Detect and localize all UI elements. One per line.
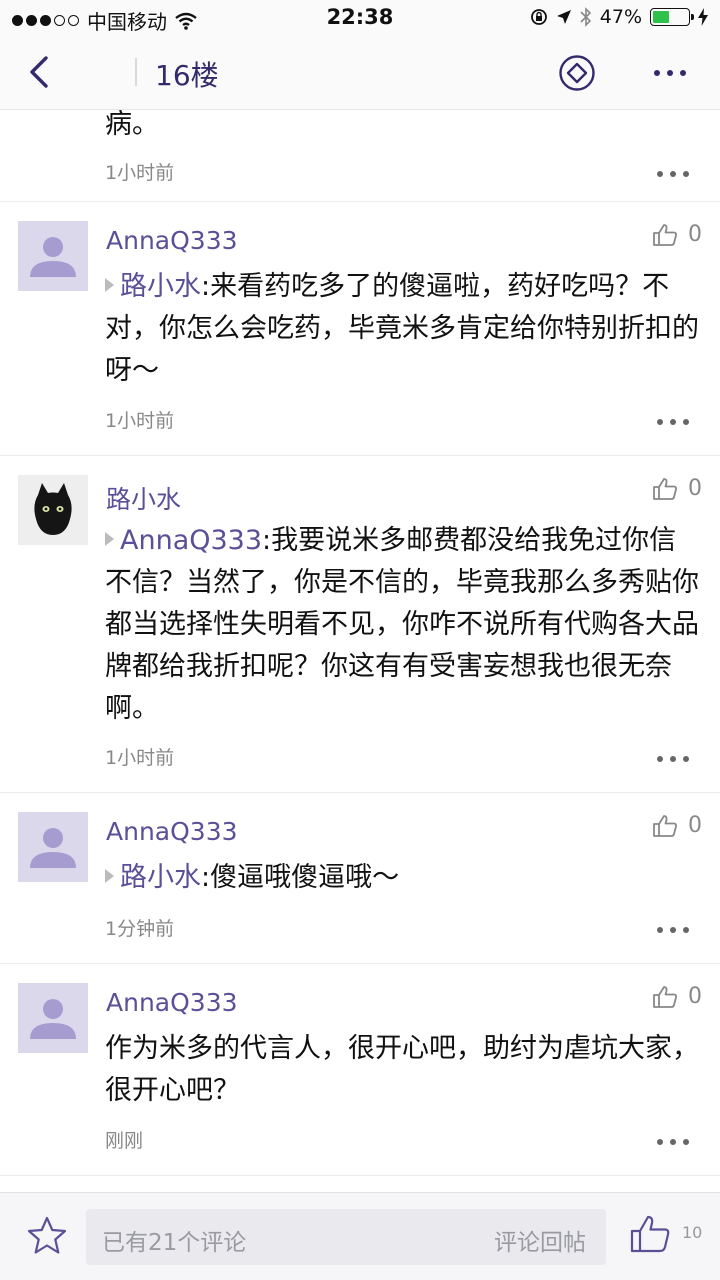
more-dots-icon[interactable] bbox=[656, 926, 690, 934]
like-button[interactable]: 0 bbox=[652, 813, 702, 838]
user-name[interactable]: 路小水 bbox=[106, 480, 181, 516]
like-button[interactable]: 0 bbox=[652, 984, 702, 1009]
like-button[interactable]: 0 bbox=[652, 222, 702, 247]
comment-item-fragment: 病。 1小时前 bbox=[0, 110, 720, 202]
thumbs-up-icon bbox=[653, 477, 677, 500]
comment-time: 1分钟前 bbox=[105, 918, 175, 940]
page-title: 16楼 bbox=[155, 59, 219, 92]
like-count: 0 bbox=[688, 476, 702, 501]
nav-bar: 16楼 bbox=[0, 36, 720, 110]
reply-triangle-icon bbox=[105, 868, 114, 883]
user-name[interactable]: AnnaQ333 bbox=[106, 226, 238, 255]
comment-item: 路小水 0 AnnaQ333:我要说米多邮费都没给我免过你信不信？当然了，你是不… bbox=[0, 456, 720, 793]
comment-item: AnnaQ333 0 作为米多的代言人，很开心吧，助纣为虐坑大家，很开心吧？ 刚… bbox=[0, 964, 720, 1176]
like-count: 0 bbox=[688, 984, 702, 1009]
more-dots-icon[interactable] bbox=[656, 170, 690, 178]
reply-to-user[interactable]: 路小水 bbox=[120, 862, 201, 893]
comment-meta: 1小时前 bbox=[0, 743, 720, 773]
comment-time: 1小时前 bbox=[105, 410, 175, 432]
more-dots-icon[interactable] bbox=[656, 1138, 690, 1146]
coin-diamond-icon[interactable] bbox=[558, 54, 596, 92]
rotation-lock-icon bbox=[530, 9, 547, 25]
like-count: 0 bbox=[688, 222, 702, 247]
comment-meta: 1小时前 bbox=[0, 158, 720, 188]
comment-body: 路小水:傻逼哦傻逼哦～ bbox=[0, 857, 720, 899]
like-button[interactable]: 0 bbox=[652, 476, 702, 501]
more-options-icon[interactable] bbox=[650, 56, 690, 90]
comment-time: 刚刚 bbox=[105, 1130, 144, 1152]
thumbs-up-icon[interactable] bbox=[628, 1213, 670, 1255]
thumbs-up-icon bbox=[653, 223, 677, 246]
reply-post-label[interactable]: 评论回帖 bbox=[494, 1223, 586, 1257]
location-arrow-icon bbox=[556, 10, 571, 24]
comment-input[interactable]: 已有21个评论 评论回帖 bbox=[86, 1209, 606, 1265]
comment-item: AnnaQ333 0 路小水:来看药吃多了的傻逼啦，药好吃吗？不对，你怎么会吃药… bbox=[0, 202, 720, 456]
user-name[interactable]: AnnaQ333 bbox=[106, 817, 238, 846]
thumbs-up-icon bbox=[653, 814, 677, 837]
favorite-star-icon[interactable] bbox=[26, 1215, 68, 1257]
comment-list: 病。 1小时前 AnnaQ333 0 路小水:来看药吃多了的傻逼啦，药好吃吗？不… bbox=[0, 110, 720, 1192]
reply-triangle-icon bbox=[105, 277, 114, 292]
charging-bolt-icon bbox=[698, 8, 708, 26]
comment-time: 1小时前 bbox=[105, 162, 175, 184]
like-count: 0 bbox=[688, 813, 702, 838]
reply-to-user[interactable]: 路小水 bbox=[120, 271, 201, 302]
reply-to-user[interactable]: AnnaQ333 bbox=[120, 525, 262, 556]
comment-input-placeholder: 已有21个评论 bbox=[102, 1230, 247, 1256]
comment-meta: 1分钟前 bbox=[0, 914, 720, 944]
bottom-bar: 已有21个评论 评论回帖 10 bbox=[0, 1192, 720, 1280]
comment-text: 病。 bbox=[105, 110, 159, 140]
status-bar: 中国移动 22:38 47% bbox=[0, 0, 720, 36]
comment-meta: 刚刚 bbox=[0, 1126, 720, 1156]
thumbs-up-icon bbox=[653, 985, 677, 1008]
user-name[interactable]: AnnaQ333 bbox=[106, 988, 238, 1017]
post-like-count: 10 bbox=[682, 1223, 703, 1242]
status-right: 47% bbox=[530, 6, 708, 28]
comment-time: 1小时前 bbox=[105, 747, 175, 769]
back-arrow-icon[interactable] bbox=[20, 52, 60, 92]
comment-body: AnnaQ333:我要说米多邮费都没给我免过你信不信？当然了，你是不信的，毕竟我… bbox=[0, 520, 720, 730]
nav-divider bbox=[135, 58, 137, 86]
battery-percent: 47% bbox=[599, 6, 642, 28]
more-dots-icon[interactable] bbox=[656, 418, 690, 426]
comment-text: 作为米多的代言人，很开心吧，助纣为虐坑大家，很开心吧？ bbox=[105, 1033, 699, 1106]
comment-text: :傻逼哦傻逼哦～ bbox=[201, 862, 400, 893]
battery-icon bbox=[650, 8, 694, 26]
comment-meta: 1小时前 bbox=[0, 406, 720, 436]
reply-triangle-icon bbox=[105, 531, 114, 546]
more-dots-icon[interactable] bbox=[656, 755, 690, 763]
bluetooth-icon bbox=[580, 7, 591, 27]
comment-body: 路小水:来看药吃多了的傻逼啦，药好吃吗？不对，你怎么会吃药，毕竟米多肯定给你特别… bbox=[0, 266, 720, 392]
comment-item: AnnaQ333 0 路小水:傻逼哦傻逼哦～ 1分钟前 bbox=[0, 793, 720, 964]
